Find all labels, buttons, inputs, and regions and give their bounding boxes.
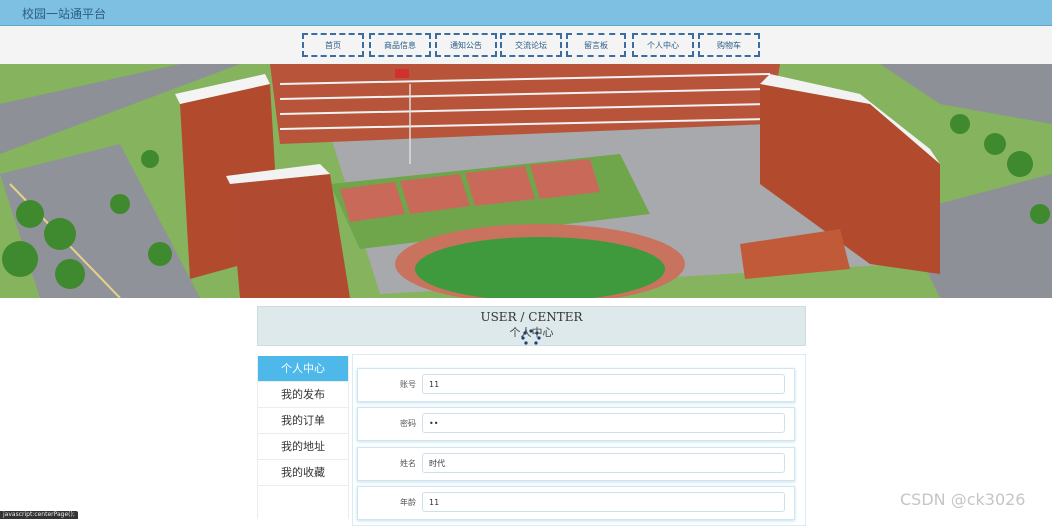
csdn-watermark: CSDN @ck3026: [900, 490, 1026, 509]
main-nav: 首页 商品信息 通知公告 交流论坛 留言板 个人中心 购物车: [0, 26, 1052, 64]
password-label: 密码: [400, 419, 416, 428]
browser-status-bar: javascript:centerPage();: [0, 511, 78, 519]
form-row-account: 账号 11: [357, 368, 795, 402]
form-row-name: 姓名 时代: [357, 447, 795, 481]
age-label: 年龄: [400, 498, 416, 507]
account-label: 账号: [400, 380, 416, 389]
sidebar-item-my-address[interactable]: 我的地址: [258, 434, 348, 460]
sidebar-item-my-orders[interactable]: 我的订单: [258, 408, 348, 434]
top-header-bar: 校园一站通平台: [0, 0, 1052, 26]
nav-item-notices[interactable]: 通知公告: [435, 33, 497, 57]
site-title[interactable]: 校园一站通平台: [22, 5, 106, 22]
user-info-form: 账号 11 密码 •• 姓名 时代 年龄 11: [352, 354, 806, 526]
nav-item-home[interactable]: 首页: [302, 33, 364, 57]
campus-aerial-image: [0, 64, 1052, 298]
loading-spinner-icon: [521, 329, 541, 345]
form-row-password: 密码 ••: [357, 407, 795, 441]
age-input[interactable]: 11: [422, 492, 785, 512]
nav-item-user-center[interactable]: 个人中心: [632, 33, 694, 57]
name-label: 姓名: [400, 459, 416, 468]
sidebar-item-user-center[interactable]: 个人中心: [258, 356, 348, 382]
nav-item-forum[interactable]: 交流论坛: [500, 33, 562, 57]
sidebar-item-my-posts[interactable]: 我的发布: [258, 382, 348, 408]
nav-item-messages[interactable]: 留言板: [566, 33, 626, 57]
banner-carousel[interactable]: [0, 64, 1052, 298]
section-header: USER / CENTER 个人中心: [257, 306, 806, 346]
user-sidebar: 个人中心 我的发布 我的订单 我的地址 我的收藏: [257, 356, 349, 519]
account-input[interactable]: 11: [422, 374, 785, 394]
sidebar-item-my-favorites[interactable]: 我的收藏: [258, 460, 348, 486]
nav-item-products[interactable]: 商品信息: [369, 33, 431, 57]
nav-item-cart[interactable]: 购物车: [698, 33, 760, 57]
password-input[interactable]: ••: [422, 413, 785, 433]
form-row-age: 年龄 11: [357, 486, 795, 520]
section-title-en: USER / CENTER: [480, 310, 583, 324]
name-input[interactable]: 时代: [422, 453, 785, 473]
